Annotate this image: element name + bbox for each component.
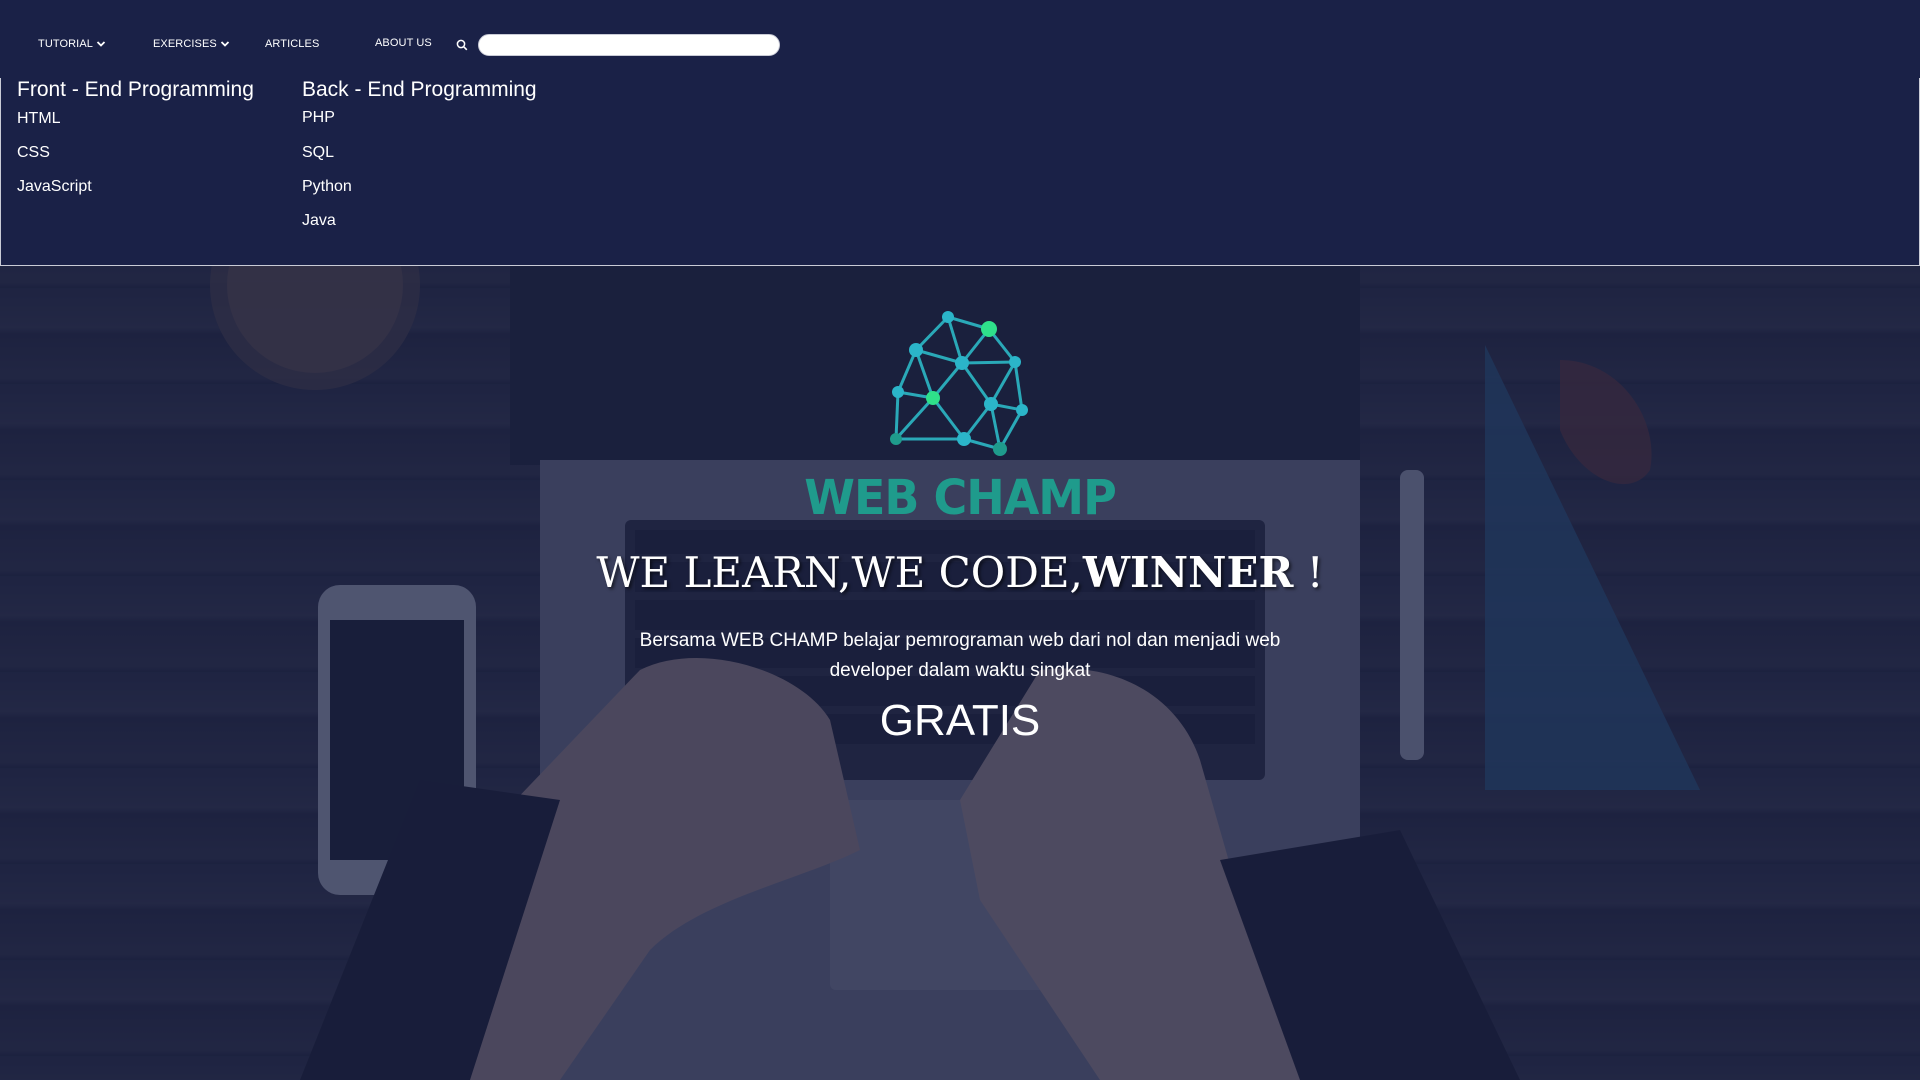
search-icon[interactable] xyxy=(456,39,468,51)
back-end-heading: Back - End Programming xyxy=(302,78,537,101)
nav-tutorial-label: TUTORIAL xyxy=(38,38,93,50)
top-navbar: TUTORIAL EXERCISES ARTICLES ABOUT US xyxy=(0,0,1920,78)
menu-link-javascript[interactable]: JavaScript xyxy=(17,178,92,196)
menu-link-java[interactable]: Java xyxy=(302,212,336,230)
headline-end: ! xyxy=(1293,548,1324,597)
hero-headline: WE LEARN,WE CODE,WINNER ! xyxy=(0,548,1920,597)
nav-exercises[interactable]: EXERCISES xyxy=(153,38,230,50)
menu-link-sql[interactable]: SQL xyxy=(302,144,334,162)
gratis-label: GRATIS xyxy=(879,696,1041,745)
hero-subtitle: Bersama WEB CHAMP belajar pemrograman we… xyxy=(639,630,1281,681)
menu-link-css[interactable]: CSS xyxy=(17,144,50,162)
nav-exercises-label: EXERCISES xyxy=(153,38,217,50)
chevron-down-icon xyxy=(96,41,106,47)
nav-about-us[interactable]: ABOUT US xyxy=(375,37,432,49)
nav-about-us-label: ABOUT US xyxy=(375,37,432,49)
search-input[interactable] xyxy=(478,34,780,56)
web-champ-logo-icon xyxy=(890,311,1028,456)
page: TUTORIAL EXERCISES ARTICLES ABOUT US Fro… xyxy=(0,0,1920,1080)
headline-regular: WE LEARN,WE CODE, xyxy=(596,548,1083,597)
brand-name: WEB CHAMP xyxy=(804,468,1117,526)
menu-link-html[interactable]: HTML xyxy=(17,110,61,128)
headline-bold: WINNER xyxy=(1082,548,1294,597)
menu-link-python[interactable]: Python xyxy=(302,178,352,196)
chevron-down-icon xyxy=(220,41,230,47)
nav-tutorial[interactable]: TUTORIAL xyxy=(38,38,106,50)
tutorial-dropdown-menu: Front - End Programming HTML CSS JavaScr… xyxy=(0,78,1920,266)
nav-articles[interactable]: ARTICLES xyxy=(265,38,319,50)
menu-link-php[interactable]: PHP xyxy=(302,109,335,127)
nav-articles-label: ARTICLES xyxy=(265,38,320,50)
front-end-heading: Front - End Programming xyxy=(17,78,254,101)
